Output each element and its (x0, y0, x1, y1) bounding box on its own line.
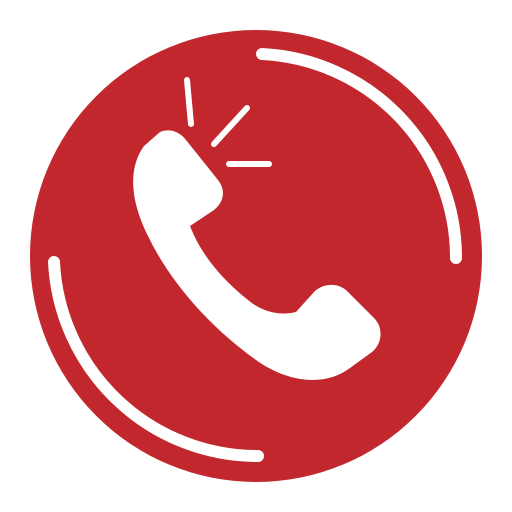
phone-call-icon (30, 30, 482, 482)
phone-call-app-icon[interactable] (0, 0, 512, 512)
red-circle-badge (30, 30, 482, 482)
